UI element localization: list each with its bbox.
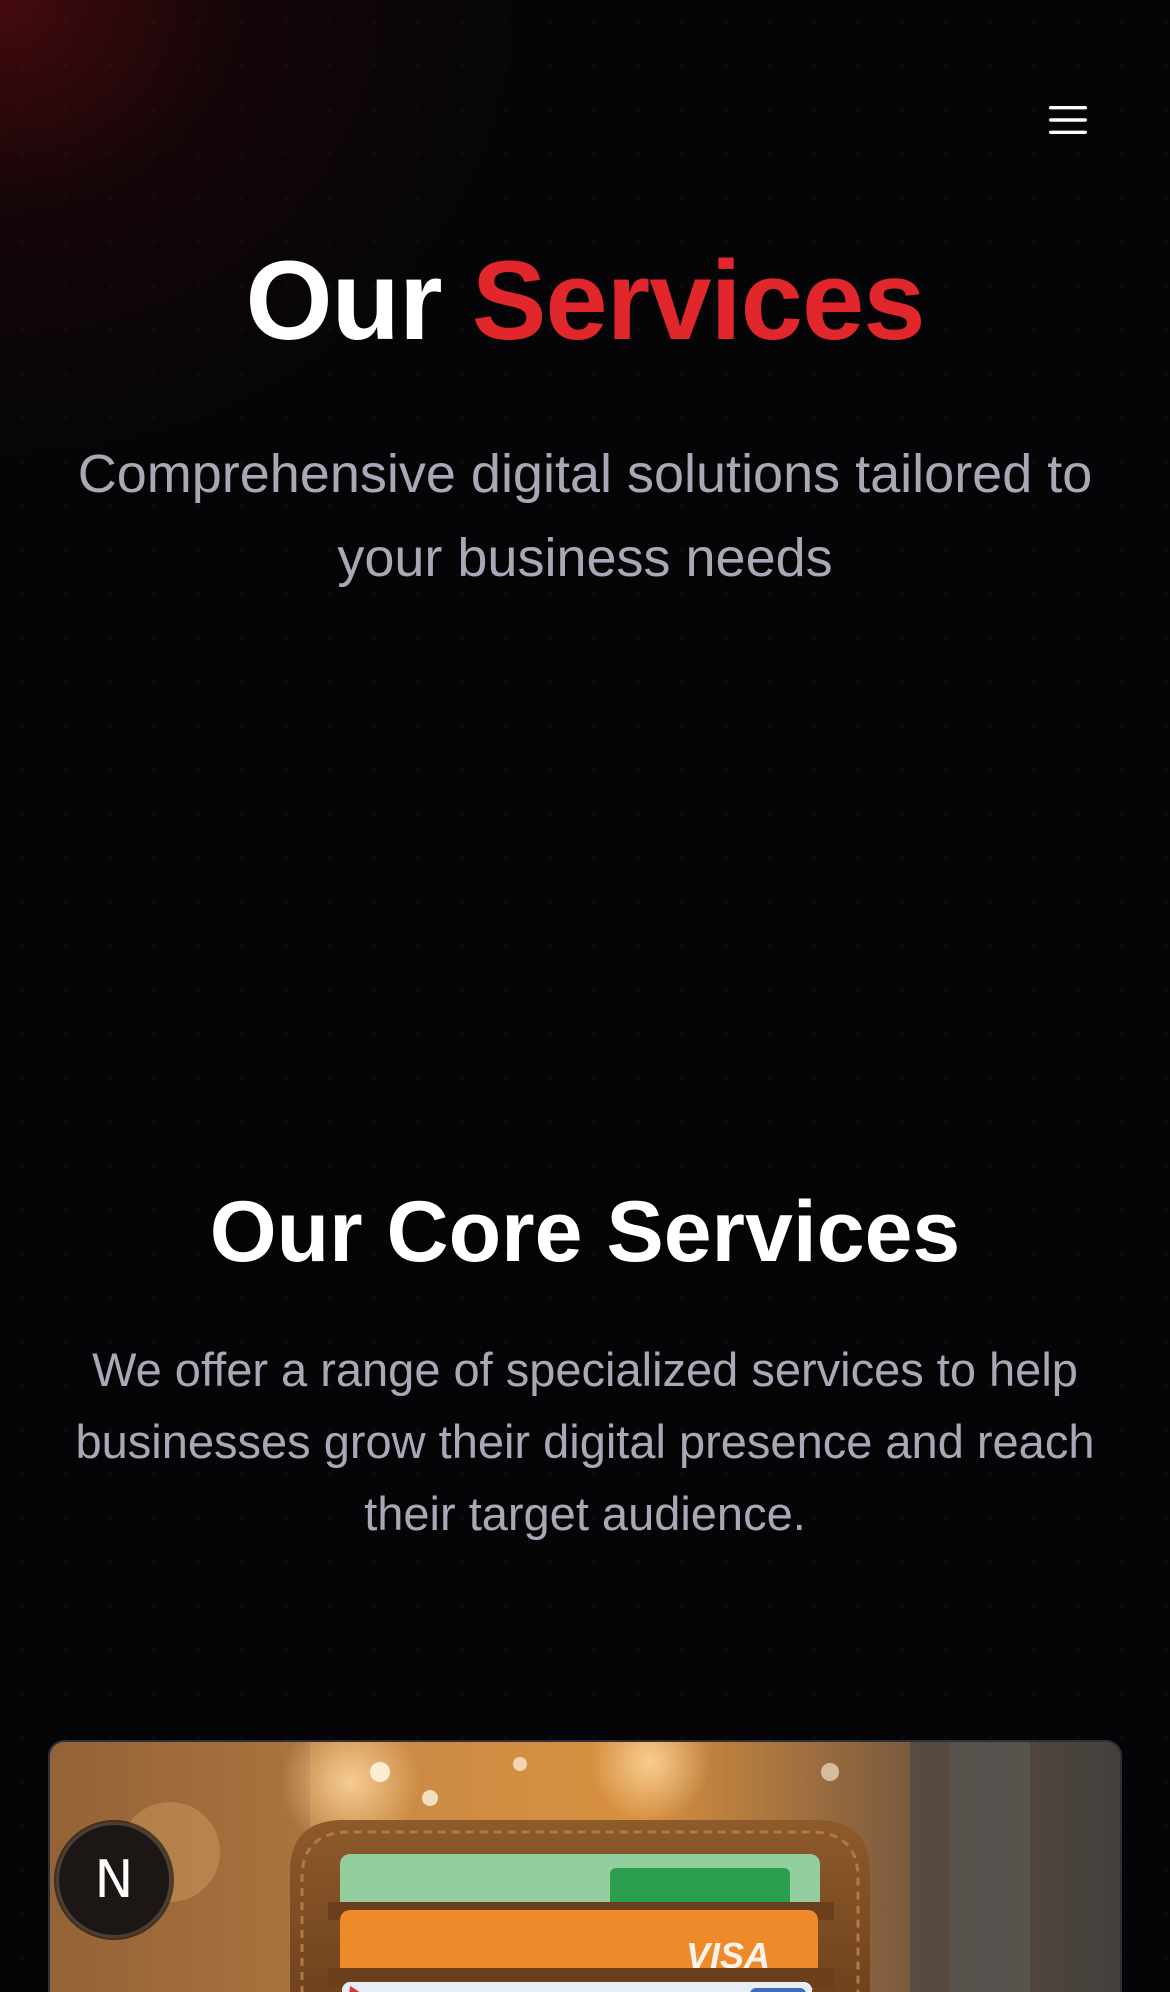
menu-button[interactable] [1030,96,1106,144]
page-title: Our Services [0,236,1170,366]
page-title-accent: Services [471,238,926,363]
wallet-with-credit-cards-photo: VISA [50,1742,1120,1992]
service-card[interactable]: VISA [48,1740,1122,1992]
core-services-description: We offer a range of specialized services… [75,1343,1095,1540]
services-page: Our Services Comprehensive digital solut… [0,0,1170,1992]
n-badge-label: N [94,1850,134,1910]
page-subtitle: Comprehensive digital solutions tailored… [77,444,1093,588]
page-title-prefix: Our [245,238,442,363]
core-services-heading: Our Core Services [209,1184,961,1280]
hamburger-menu-icon [1049,106,1087,134]
n-badge-button[interactable]: N [56,1822,172,1938]
